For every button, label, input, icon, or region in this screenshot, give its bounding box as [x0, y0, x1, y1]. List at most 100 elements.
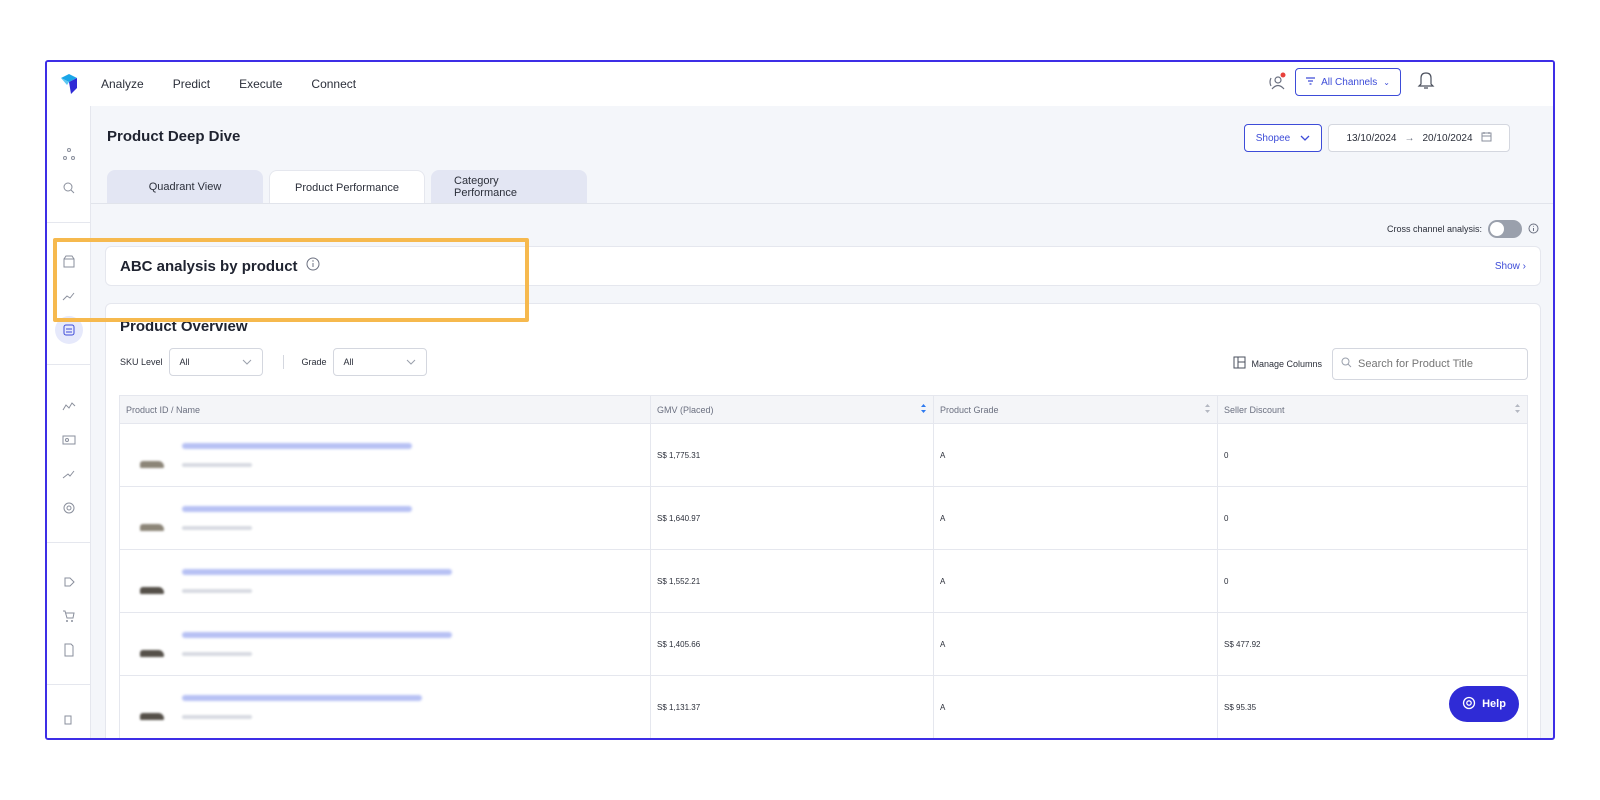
sort-icon[interactable] [920, 403, 927, 416]
info-icon[interactable] [306, 257, 320, 276]
export-icon[interactable] [59, 710, 79, 730]
nav-analyze[interactable]: Analyze [101, 77, 144, 91]
columns-icon [1233, 356, 1246, 371]
nav-predict[interactable]: Predict [173, 77, 210, 91]
table-row[interactable]: S$ 1,405.66 A S$ 477.92 [119, 613, 1528, 676]
abc-show-button[interactable]: Show › [1495, 261, 1526, 272]
trend-search-icon[interactable] [59, 286, 79, 306]
tab-divider [91, 203, 1553, 204]
app-logo[interactable] [47, 62, 91, 106]
product-name-blurred[interactable] [182, 695, 422, 701]
store-icon[interactable] [59, 252, 79, 272]
product-search-box [1332, 348, 1528, 380]
sku-level-label: SKU Level [120, 357, 163, 367]
tab-bar: Quadrant View Product Performance Catego… [107, 170, 587, 204]
grade-cell: A [934, 487, 1218, 549]
manage-columns-button[interactable]: Manage Columns [1233, 356, 1322, 371]
product-overview-title: Product Overview [120, 318, 248, 335]
column-header-grade[interactable]: Product Grade [934, 396, 1218, 423]
product-thumbnail [130, 433, 174, 477]
grade-cell: A [934, 550, 1218, 612]
product-cell [120, 613, 651, 675]
app-window: Analyze Predict Execute Connect All Chan… [45, 60, 1555, 740]
date-range-picker[interactable]: 13/10/2024 → 20/10/2024 [1328, 124, 1510, 152]
discount-cell: 0 [1224, 513, 1229, 523]
product-id-blurred [182, 715, 252, 719]
channel-filter-button[interactable]: All Channels ⌄ [1295, 68, 1401, 96]
page-title: Product Deep Dive [107, 128, 241, 145]
product-cell [120, 424, 651, 486]
product-thumbnail [130, 685, 174, 729]
table-header: Product ID / Name GMV (Placed) Product G… [119, 395, 1528, 424]
grade-cell: A [934, 424, 1218, 486]
help-lifebuoy-icon [1462, 696, 1476, 713]
sku-level-select[interactable]: All [168, 348, 263, 376]
product-name-blurred[interactable] [182, 506, 412, 512]
sparkle-trend-icon[interactable] [59, 464, 79, 484]
discount-cell: 0 [1224, 450, 1229, 460]
product-name-blurred[interactable] [182, 632, 452, 638]
chevron-down-icon [242, 357, 252, 367]
product-name-blurred[interactable] [182, 443, 412, 449]
calendar-icon [1481, 131, 1492, 145]
document-icon[interactable] [59, 640, 79, 660]
column-header-label: GMV (Placed) [657, 404, 714, 415]
bell-icon[interactable] [1417, 70, 1435, 95]
overview-filters: SKU Level All Grade All [120, 348, 427, 376]
discount-cell: S$ 477.92 [1224, 639, 1261, 649]
search-input[interactable] [1358, 358, 1518, 370]
column-header-discount[interactable]: Seller Discount [1218, 396, 1527, 423]
date-to: 20/10/2024 [1422, 132, 1473, 144]
network-icon[interactable] [59, 144, 79, 164]
gmv-cell: S$ 1,640.97 [651, 487, 934, 549]
nav-connect[interactable]: Connect [311, 77, 356, 91]
channel-filter-label: All Channels [1321, 76, 1378, 88]
cross-channel-toggle[interactable] [1488, 220, 1522, 238]
abc-analysis-card: ABC analysis by product Show › [105, 246, 1541, 286]
sort-icon[interactable] [1204, 403, 1211, 416]
topbar-actions: All Channels ⌄ [1267, 68, 1435, 96]
grade-select[interactable]: All [332, 348, 427, 376]
tab-product-performance[interactable]: Product Performance [269, 170, 425, 204]
sync-user-icon[interactable] [1267, 72, 1287, 92]
tab-quadrant-view[interactable]: Quadrant View [107, 170, 263, 204]
product-cell [120, 550, 651, 612]
gmv-cell: S$ 1,552.21 [651, 550, 934, 612]
cart-icon[interactable] [59, 606, 79, 626]
chevron-right-icon: › [1522, 260, 1526, 272]
table-row[interactable]: S$ 1,131.37 A S$ 95.35 [119, 676, 1528, 738]
product-thumbnail [130, 622, 174, 666]
table-row[interactable]: S$ 1,552.21 A 0 [119, 550, 1528, 613]
chevron-down-icon [406, 357, 416, 367]
abc-analysis-title: ABC analysis by product [120, 257, 298, 275]
nav-execute[interactable]: Execute [239, 77, 282, 91]
gmv-cell: S$ 1,131.37 [651, 676, 934, 738]
target-icon[interactable] [59, 498, 79, 518]
column-header-label: Seller Discount [1224, 404, 1285, 415]
abc-show-label: Show [1494, 260, 1520, 272]
column-header-gmv[interactable]: GMV (Placed) [651, 396, 934, 423]
product-id-blurred [182, 652, 252, 656]
product-name-blurred[interactable] [182, 569, 452, 575]
date-from: 13/10/2024 [1346, 132, 1397, 144]
product-id-blurred [182, 526, 252, 530]
profile-card-icon[interactable] [59, 430, 79, 450]
tab-category-performance[interactable]: Category Performance [431, 170, 587, 204]
info-icon[interactable] [1528, 223, 1539, 236]
product-dashboard-icon[interactable] [55, 316, 83, 344]
search-zoom-icon[interactable] [59, 178, 79, 198]
product-cell [120, 487, 651, 549]
cross-channel-label: Cross channel analysis: [1386, 224, 1482, 234]
top-bar: Analyze Predict Execute Connect All Chan… [47, 62, 1553, 106]
chevron-down-icon [1300, 133, 1310, 144]
table-row[interactable]: S$ 1,775.31 A 0 [119, 424, 1528, 487]
table-row[interactable]: S$ 1,640.97 A 0 [119, 487, 1528, 550]
line-chart-icon[interactable] [59, 396, 79, 416]
column-header-product[interactable]: Product ID / Name [120, 396, 651, 423]
product-overview-card: Product Overview SKU Level All Grade All [105, 303, 1541, 738]
discount-cell: 0 [1224, 576, 1229, 586]
price-tag-icon[interactable] [59, 572, 79, 592]
marketplace-select[interactable]: Shopee [1244, 124, 1322, 152]
help-button[interactable]: Help [1449, 686, 1519, 722]
sort-icon[interactable] [1514, 403, 1521, 416]
